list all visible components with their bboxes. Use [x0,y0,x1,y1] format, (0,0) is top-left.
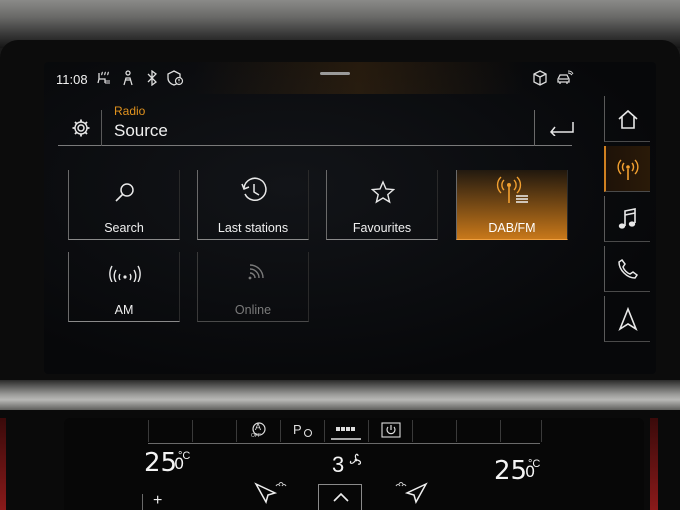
climate-slot-empty [192,420,234,442]
sidebar-item-navigation[interactable] [604,296,650,342]
sidebar-item-music[interactable] [604,196,650,242]
dab-fm-icon [496,176,528,203]
radio-icon [617,159,639,180]
seat-heating-icon [96,70,112,86]
source-tile-online: Online [197,252,309,322]
chevron-up-icon [333,492,349,502]
left-temp-plus-button[interactable]: + [142,492,186,510]
off-label: OFF [251,433,261,439]
music-icon [618,208,636,229]
settings-button[interactable] [58,110,102,146]
climate-power-button[interactable] [368,420,410,442]
climate-slot-empty [500,420,542,442]
history-icon [241,177,267,201]
center-up-button[interactable] [318,484,362,510]
context-label: Radio [114,104,146,118]
left-air-direction-icon[interactable] [250,480,290,506]
right-temperature[interactable]: 25 [494,456,527,486]
ambient-light-right [650,418,658,510]
main-menu-sidebar [604,96,656,346]
phone-icon [618,258,639,279]
status-bar: 11:08 [44,62,656,94]
tile-label: DAB/FM [488,221,536,235]
climate-slot-empty [148,420,190,442]
climate-slot-empty [456,420,498,442]
climate-button-row: A OFF P [148,418,542,444]
fan-level[interactable]: 3 [332,452,344,478]
bluetooth-icon [144,69,160,87]
recirculation-icon [303,428,313,438]
power-icon [381,422,401,438]
drag-handle[interactable] [320,72,350,75]
source-tile-last-stations[interactable]: Last stations [197,170,309,240]
sync-indicator [331,438,361,440]
sidebar-item-phone[interactable] [604,246,650,292]
recirc-label: P [293,422,302,437]
ambient-light-left [0,418,6,510]
climate-slot-empty [412,420,454,442]
left-temperature[interactable]: 25 [144,448,177,478]
shield-warning-icon [166,70,184,86]
climate-screen: A OFF P 25 °C 0 3 25 °C 0 + [64,418,644,510]
back-arrow-icon [549,122,574,136]
source-tile-am[interactable]: AM [68,252,180,322]
status-glow [194,62,524,94]
header-bar: Radio Source [58,100,574,146]
source-tile-favourites[interactable]: Favourites [326,170,438,240]
car-connect-icon [556,70,574,86]
tile-label: AM [114,303,134,317]
left-temp-decimal: 0 [174,454,185,473]
tile-label: Online [234,303,272,317]
back-button[interactable] [534,110,586,146]
person-icon [120,70,136,86]
search-icon [115,183,134,202]
page-title: Source [114,121,168,140]
box-icon [532,70,548,86]
sync-button[interactable] [324,420,366,442]
sidebar-item-radio[interactable] [604,146,650,192]
source-tile-dab-fm[interactable]: DAB/FM [456,170,568,240]
online-wave-icon [248,264,264,280]
right-air-direction-icon[interactable] [392,480,432,506]
auto-label: A [255,422,262,432]
right-temp-decimal: 0 [525,462,536,481]
tile-label: Favourites [352,221,412,235]
gear-icon [72,119,90,137]
recirculation-button[interactable]: P [280,420,322,442]
am-wave-icon [109,265,141,282]
star-icon [371,180,395,204]
sync-dots-icon [336,427,355,431]
plus-icon: + [153,492,163,509]
clock: 11:08 [56,72,88,87]
source-tile-search[interactable]: Search [68,170,180,240]
auto-off-button[interactable]: A OFF [236,420,278,442]
home-icon [618,109,638,129]
tile-label: Search [104,221,144,235]
navigation-icon [618,307,638,331]
fan-icon [349,453,362,465]
infotainment-screen: 11:08 Radio Source Search Last stations … [44,62,656,374]
tile-label: Last stations [217,221,289,235]
sidebar-item-home[interactable] [604,96,650,142]
